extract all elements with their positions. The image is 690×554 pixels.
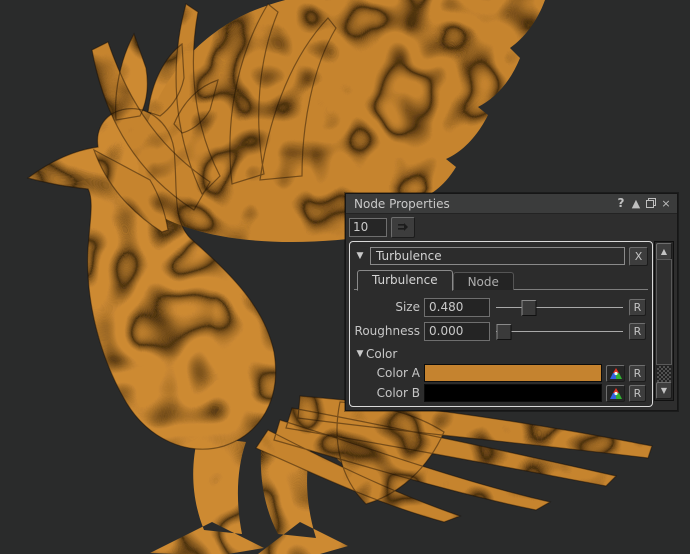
color-a-label: Color A — [354, 366, 420, 380]
color-a-reset-button[interactable]: R — [629, 365, 646, 382]
color-b-reset-button[interactable]: R — [629, 385, 646, 402]
color-b-row: Color B R — [354, 383, 646, 403]
assign-button[interactable] — [391, 217, 415, 238]
remove-node-button[interactable]: X — [629, 247, 648, 266]
node-properties-window: Node Properties ? ▲ × ▼ Turbulence X Tur… — [345, 193, 678, 411]
shade-icon[interactable]: ▲ — [630, 198, 642, 209]
rgb-triangle-icon — [610, 368, 622, 379]
size-slider[interactable] — [496, 299, 623, 316]
roughness-slider-handle[interactable] — [496, 324, 511, 340]
roughness-slider-track — [496, 331, 623, 332]
node-name-field[interactable]: Turbulence — [370, 247, 625, 265]
roughness-row: Roughness 0.000 R — [354, 319, 646, 343]
color-b-picker-button[interactable] — [606, 385, 625, 402]
node-tabs: Turbulence Node — [354, 270, 648, 290]
window-toolbar — [346, 214, 677, 240]
scrollbar-thumb[interactable] — [656, 259, 672, 365]
node-collapse-icon[interactable]: ▼ — [354, 251, 366, 261]
roughness-slider[interactable] — [496, 323, 623, 340]
size-slider-handle[interactable] — [522, 300, 537, 316]
scrollbar-track-dither[interactable] — [657, 366, 671, 383]
node-panel: ▼ Turbulence X Turbulence Node Size 0.48… — [349, 241, 653, 407]
close-icon[interactable]: × — [660, 198, 672, 209]
window-title: Node Properties — [351, 197, 615, 211]
window-titlebar[interactable]: Node Properties ? ▲ × — [346, 194, 677, 214]
size-reset-button[interactable]: R — [629, 299, 646, 316]
vertical-scrollbar[interactable]: ▲ ▼ — [654, 241, 674, 401]
titlebar-icons: ? ▲ × — [615, 198, 672, 210]
node-count-input[interactable] — [349, 218, 387, 237]
rgb-triangle-icon — [610, 388, 622, 399]
scroll-up-button[interactable]: ▲ — [656, 243, 672, 260]
scroll-down-button[interactable]: ▼ — [656, 382, 672, 399]
roughness-value-field[interactable]: 0.000 — [424, 322, 490, 341]
color-a-picker-button[interactable] — [606, 365, 625, 382]
size-row: Size 0.480 R — [354, 295, 646, 319]
node-header-row: ▼ Turbulence X — [354, 246, 648, 266]
help-icon[interactable]: ? — [615, 198, 627, 209]
size-label: Size — [354, 300, 420, 314]
size-slider-track — [496, 307, 623, 308]
tab-node[interactable]: Node — [453, 272, 514, 290]
color-b-swatch[interactable] — [424, 384, 602, 402]
color-b-label: Color B — [354, 386, 420, 400]
color-a-row: Color A R — [354, 363, 646, 383]
color-section-header: ▼ Color — [354, 345, 646, 363]
restore-icon[interactable] — [645, 198, 657, 210]
color-a-swatch[interactable] — [424, 364, 602, 382]
size-value-field[interactable]: 0.480 — [424, 298, 490, 317]
turbulence-settings: Size 0.480 R Roughness 0.000 R ▼ C — [354, 290, 648, 403]
roughness-reset-button[interactable]: R — [629, 323, 646, 340]
tab-turbulence[interactable]: Turbulence — [357, 270, 453, 291]
assign-icon — [397, 222, 409, 232]
color-collapse-icon[interactable]: ▼ — [354, 349, 366, 359]
color-section-title: Color — [366, 347, 397, 361]
roughness-label: Roughness — [354, 324, 420, 338]
